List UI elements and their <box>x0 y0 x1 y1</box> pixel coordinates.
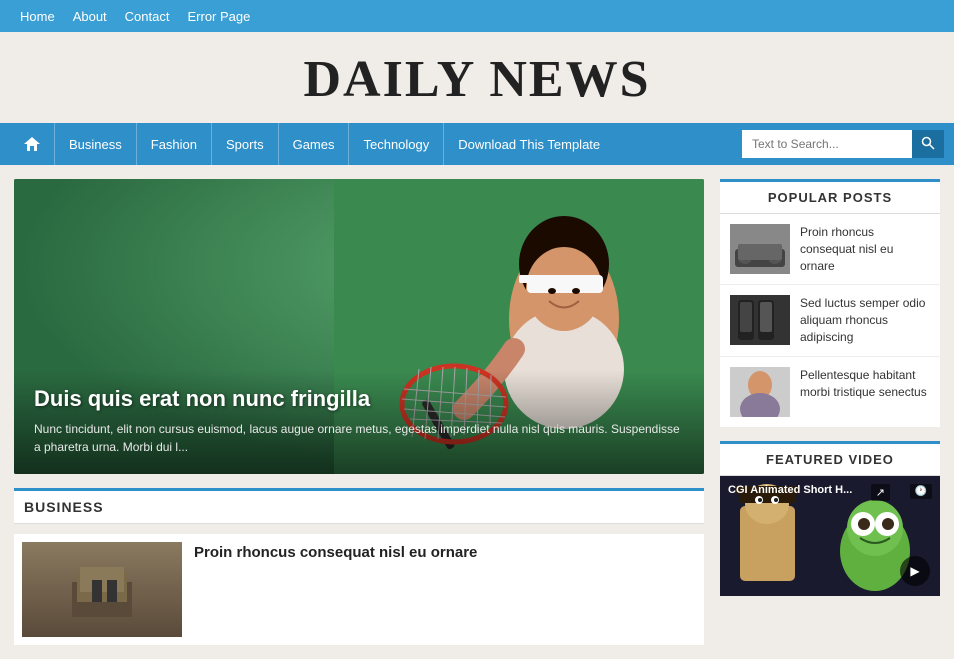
business-post-title: Proin rhoncus consequat nisl eu ornare <box>194 542 477 563</box>
top-nav-about[interactable]: About <box>73 9 107 24</box>
site-title: DAILY NEWS <box>0 50 954 109</box>
pp-text-2: Sed luctus semper odio aliquam rhoncus a… <box>800 295 930 345</box>
popular-posts-title: POPULAR POSTS <box>720 179 940 214</box>
center-column: Duis quis erat non nunc fringilla Nunc t… <box>14 179 704 645</box>
hero-slider[interactable]: Duis quis erat non nunc fringilla Nunc t… <box>14 179 704 474</box>
featured-video-title: FEATURED VIDEO <box>720 441 940 476</box>
home-nav-button[interactable] <box>10 123 54 165</box>
business-post-content: Proin rhoncus consequat nisl eu ornare <box>194 542 477 637</box>
hero-overlay: Duis quis erat non nunc fringilla Nunc t… <box>14 370 704 474</box>
pp-text-1: Proin rhoncus consequat nisl eu ornare <box>800 224 930 274</box>
top-nav-home[interactable]: Home <box>20 9 55 24</box>
top-nav-contact[interactable]: Contact <box>125 9 170 24</box>
hero-excerpt: Nunc tincidunt, elit non cursus euismod,… <box>34 420 684 456</box>
pp-text-3: Pellentesque habitant morbi tristique se… <box>800 367 930 401</box>
nav-business[interactable]: Business <box>54 123 136 165</box>
business-thumb-inner <box>22 542 182 637</box>
search-input[interactable] <box>742 130 912 158</box>
nav-fashion[interactable]: Fashion <box>136 123 211 165</box>
top-nav-error[interactable]: Error Page <box>187 9 250 24</box>
nav-games[interactable]: Games <box>278 123 349 165</box>
pp-thumb-1 <box>730 224 790 274</box>
site-header: DAILY NEWS <box>0 32 954 123</box>
top-navigation: Home About Contact Error Page <box>0 0 954 32</box>
nav-sports[interactable]: Sports <box>211 123 278 165</box>
video-play-button[interactable]: ▶ <box>900 556 930 586</box>
business-section-header: BUSINESS <box>14 488 704 524</box>
video-share-icon[interactable]: ↗ <box>871 484 890 501</box>
featured-video-thumbnail[interactable]: CGI Animated Short H... 🕐 ↗ ▶ <box>720 476 940 596</box>
main-navigation: Business Fashion Sports Games Technology… <box>0 123 954 165</box>
popular-post-2: Sed luctus semper odio aliquam rhoncus a… <box>720 285 940 356</box>
featured-video-section: FEATURED VIDEO <box>720 441 940 596</box>
pp-thumb-3 <box>730 367 790 417</box>
business-card: Proin rhoncus consequat nisl eu ornare <box>14 534 704 645</box>
popular-post-1: Proin rhoncus consequat nisl eu ornare <box>720 214 940 285</box>
popular-post-3: Pellentesque habitant morbi tristique se… <box>720 357 940 427</box>
hero-title: Duis quis erat non nunc fringilla <box>34 386 684 412</box>
main-layout: Duis quis erat non nunc fringilla Nunc t… <box>0 165 954 659</box>
video-time-icon: 🕐 <box>910 484 932 499</box>
popular-posts-section: POPULAR POSTS Proin rhoncus consequat ni… <box>720 179 940 427</box>
search-area <box>742 130 944 158</box>
nav-download[interactable]: Download This Template <box>443 123 614 165</box>
nav-technology[interactable]: Technology <box>348 123 443 165</box>
search-button[interactable] <box>912 130 944 158</box>
sidebar: POPULAR POSTS Proin rhoncus consequat ni… <box>720 179 940 645</box>
video-title-overlay: CGI Animated Short H... <box>728 484 852 496</box>
business-thumbnail <box>22 542 182 637</box>
hero-background: Duis quis erat non nunc fringilla Nunc t… <box>14 179 704 474</box>
pp-thumb-2 <box>730 295 790 345</box>
